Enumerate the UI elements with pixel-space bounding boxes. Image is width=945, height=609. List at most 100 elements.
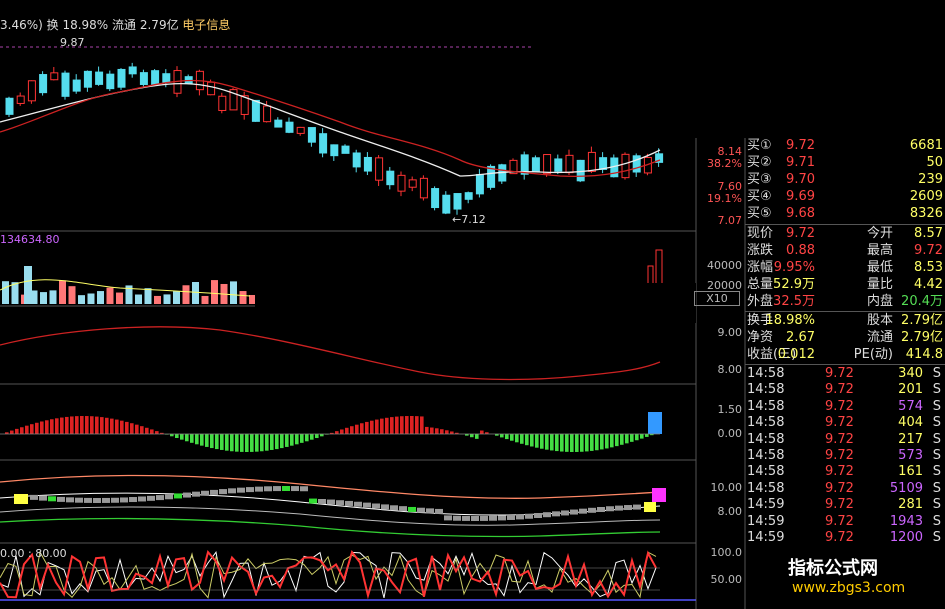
indicator3-bar — [246, 487, 254, 493]
macd-bar — [85, 416, 89, 434]
macd-bar — [280, 434, 284, 449]
indicator3-bar — [156, 495, 164, 501]
volume-bar — [647, 265, 654, 285]
fund-row: 收益(三) 0.012 PE(动) 414.8 — [747, 347, 943, 362]
bid-row: 买⑤ 9.68 8326 — [747, 206, 943, 221]
indicator3-bar — [426, 508, 434, 514]
macd-bar — [395, 416, 399, 434]
indicator3-bar — [111, 497, 119, 503]
indicator3-bar — [399, 506, 407, 512]
macd-bar — [545, 434, 549, 450]
macd-bar — [260, 434, 264, 452]
macd-bar — [95, 416, 99, 434]
float-shares: 流通 2.79亿 — [112, 18, 179, 32]
macd-bar — [300, 434, 304, 443]
macd-bar — [80, 416, 84, 434]
tick-row: 14:58 9.72 217 S — [747, 431, 941, 447]
axis-ind4-2: 50.00 — [710, 573, 743, 586]
macd-bar — [70, 416, 74, 434]
indicator3-bar — [291, 486, 299, 492]
candle-body — [117, 68, 126, 88]
candle-body — [274, 119, 283, 128]
candle-body — [632, 155, 641, 173]
quote-row: 总量 52.9万 量比 4.42 — [747, 277, 943, 292]
indicator3-bar — [444, 515, 452, 521]
axis-ind3-2: 8.00 — [717, 505, 743, 518]
macd-bar — [225, 434, 229, 451]
macd-bar — [360, 423, 364, 434]
macd-bar — [100, 417, 104, 434]
macd-histogram — [5, 412, 662, 452]
macd-bar — [605, 434, 609, 449]
macd-bar — [275, 434, 279, 450]
candle-body — [565, 154, 574, 174]
indicator3-bar — [633, 504, 641, 510]
indicator3-bar — [273, 486, 281, 492]
indicator3-bar — [327, 499, 335, 505]
macd-bar — [420, 416, 424, 434]
indicator3-bar — [480, 515, 488, 521]
indicator3-bar — [435, 508, 443, 514]
quote-row: 现价 9.72 今开 8.57 — [747, 226, 943, 241]
axis-ind2-1: 1.50 — [717, 403, 743, 416]
indicator3-bars — [30, 486, 641, 521]
kdj-header: 0.00 : 80.00 — [0, 547, 67, 560]
marker-yellow-2 — [644, 502, 656, 512]
macd-bar — [175, 434, 179, 438]
macd-bar — [255, 434, 259, 452]
axis-vol-scale: X10 — [694, 291, 740, 306]
candle-body — [151, 70, 160, 86]
candle-body — [162, 73, 171, 83]
header-bar: 3.46%) 换 18.98% 流通 2.79亿 电子信息 — [0, 16, 230, 33]
indicator3-bar — [201, 490, 209, 496]
high-label: 9.87 — [60, 36, 85, 49]
macd-bar — [20, 427, 24, 434]
macd-bar — [640, 434, 644, 439]
macd-bar — [595, 434, 599, 451]
macd-bar — [445, 430, 449, 434]
indicator3-bar — [345, 500, 353, 506]
indicator3-bar — [471, 515, 479, 521]
quote-row: 涨跌 0.88 最高 9.72 — [747, 243, 943, 258]
candle-body — [375, 157, 384, 181]
macd-bar — [115, 419, 119, 434]
axis-ind4-1: 100.0 — [710, 546, 743, 559]
indicator3-bar — [381, 504, 389, 510]
indicator3-bar — [624, 505, 632, 511]
macd-bar — [240, 434, 244, 452]
volume-header: 134634.80 — [0, 233, 60, 246]
indicator3-bar — [84, 497, 92, 503]
indicator3-bar — [417, 507, 425, 513]
candle-body — [431, 188, 440, 209]
macd-bar — [15, 428, 19, 434]
indicator3-bar — [93, 497, 101, 503]
axis-price-2: 38.2% — [707, 157, 742, 170]
macd-bar — [530, 434, 534, 447]
indicator3-bar — [363, 502, 371, 508]
macd-bar — [200, 434, 204, 446]
macd-bar — [150, 429, 154, 434]
indicator3-bar — [354, 501, 362, 507]
indicator3-bar — [192, 491, 200, 497]
indicator3-bar — [48, 496, 56, 502]
tick-row: 14:58 9.72 340 S — [747, 366, 941, 381]
macd-bar — [205, 434, 209, 447]
macd-bar — [615, 434, 619, 447]
macd-bar — [555, 434, 559, 452]
indicator3-bar — [507, 514, 515, 520]
macd-bar — [535, 434, 539, 448]
occlusion-block — [533, 0, 945, 138]
candle-body — [27, 80, 36, 102]
indicator3-bar — [147, 495, 155, 501]
macd-bar — [520, 434, 524, 444]
macd-bar — [505, 434, 509, 440]
indicator3-bar — [30, 494, 38, 500]
macd-bar — [350, 426, 354, 434]
indicator3-bar — [264, 486, 272, 492]
indicator3-bar — [39, 495, 47, 501]
candle-body — [386, 170, 395, 186]
macd-bar — [385, 417, 389, 434]
macd-bar — [305, 434, 309, 442]
macd-bar — [440, 429, 444, 434]
watermark-url: www.zbgs3.com — [792, 580, 906, 596]
